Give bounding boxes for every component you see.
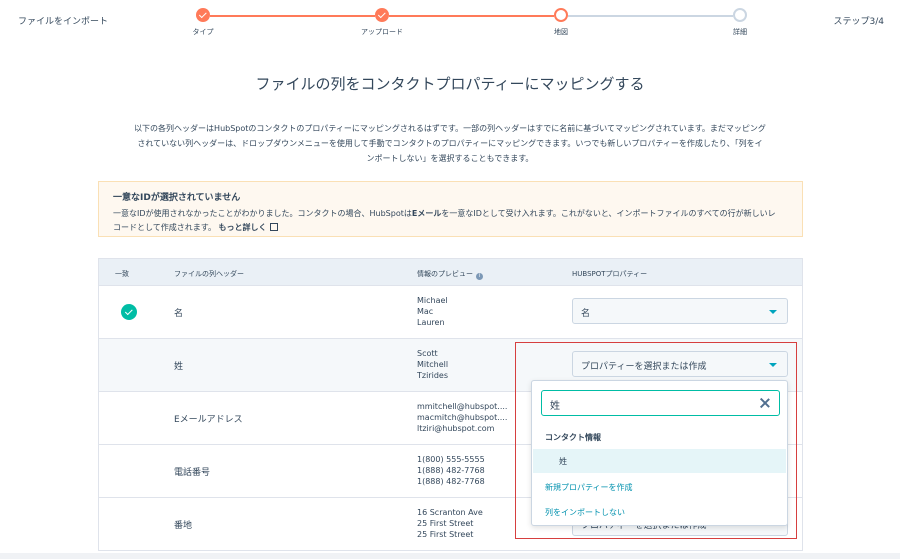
page-bottom-edge <box>0 553 900 559</box>
step-dot-map <box>554 8 568 22</box>
step-label-type: タイプ <box>192 28 214 36</box>
preview-value: ltziri@hubspot.com <box>417 424 495 433</box>
preview-value: macmitch@hubspot.... <box>417 413 508 422</box>
property-select[interactable]: 名 <box>572 298 788 324</box>
preview-value: mmitchell@hubspot.... <box>417 402 508 411</box>
step-label-details: 詳細 <box>733 28 747 36</box>
dropdown-option-label: 姓 <box>559 457 567 466</box>
column-header-name: 電話番号 <box>174 468 211 478</box>
column-header-name: 姓 <box>174 362 184 372</box>
property-dropdown-menu: 姓 コンタクト情報 姓 新規プロパティーを作成 列をインポートしない <box>531 380 788 526</box>
column-header-name: Eメールアドレス <box>174 415 243 425</box>
import-header: ファイルをインポート タイプ アップロード 地図 詳細 ステップ3/4 <box>0 0 900 50</box>
check-icon <box>377 10 386 19</box>
stepper-line-done <box>210 15 375 17</box>
stepper-line-done <box>389 15 554 17</box>
preview-value: 25 First Street <box>417 530 474 539</box>
caret-down-icon <box>769 310 777 314</box>
intro-line: されていない列ヘッダーは、ドロップダウンメニューを使用して手動でコンタクトのプロ… <box>137 139 763 148</box>
preview-value: Tzirides <box>417 371 448 380</box>
alert-title: 一意なIDが選択されていません <box>113 193 241 203</box>
preview-value: Lauren <box>417 318 445 327</box>
preview-values: 16 Scranton Ave 25 First Street 25 First… <box>417 507 483 540</box>
step-dot-details <box>733 8 747 22</box>
preview-value: Scott <box>417 349 438 358</box>
preview-values: Michael Mac Lauren <box>417 295 448 328</box>
header-preview: 情報のプレビュー i <box>417 269 483 280</box>
preview-value: Mac <box>417 307 434 316</box>
property-select-value: 名 <box>581 309 591 319</box>
property-select-value: プロパティーを選択または作成 <box>581 362 707 372</box>
caret-down-icon <box>769 363 777 367</box>
step-label-map: 地図 <box>554 28 568 36</box>
header-match: 一致 <box>115 270 129 278</box>
alert-text: 一意なIDが使用されなかったことがわかりました。コンタクトの場合、HubSpot… <box>113 209 412 218</box>
preview-value: Michael <box>417 296 448 305</box>
property-search-input[interactable]: 姓 <box>541 390 780 416</box>
step-dot-upload[interactable] <box>375 8 389 22</box>
column-header-name: 番地 <box>174 521 193 531</box>
table-row: 名 Michael Mac Lauren 名 <box>98 286 803 339</box>
intro-line: 以下の各列ヘッダーはHubSpotのコンタクトのプロパティーにマッピングされるは… <box>134 124 766 133</box>
header-property: HUBSPOTプロパティー <box>572 270 648 278</box>
option-group-header: コンタクト情報 <box>545 433 601 442</box>
header-preview-label: 情報のプレビュー <box>417 270 473 278</box>
preview-value: 16 Scranton Ave <box>417 508 483 517</box>
matched-check-icon <box>121 304 137 320</box>
dropdown-option[interactable]: 姓 <box>533 449 786 473</box>
stepper-line-todo <box>568 15 733 17</box>
property-select[interactable]: プロパティーを選択または作成 <box>572 351 788 377</box>
step-label-upload: アップロード <box>361 28 403 36</box>
preview-value: 25 First Street <box>417 519 474 528</box>
preview-value: 1(888) 482-7768 <box>417 477 485 486</box>
step-dot-type[interactable] <box>196 8 210 22</box>
alert-bold-text: Eメール <box>411 209 442 218</box>
close-icon[interactable] <box>759 397 771 409</box>
preview-value: 1(800) 555-5555 <box>417 455 485 464</box>
learn-more-link[interactable]: もっと詳しく <box>219 223 278 232</box>
preview-value: 1(888) 482-7768 <box>417 466 485 475</box>
table-header: 一致 ファイルの列ヘッダー 情報のプレビュー i HUBSPOTプロパティー <box>98 258 803 286</box>
do-not-import-link[interactable]: 列をインポートしない <box>545 507 625 518</box>
header-column: ファイルの列ヘッダー <box>174 270 244 278</box>
intro-text: 以下の各列ヘッダーはHubSpotのコンタクトのプロパティーにマッピングされるは… <box>98 121 802 166</box>
preview-values: mmitchell@hubspot.... macmitch@hubspot..… <box>417 401 507 434</box>
search-value: 姓 <box>550 401 560 412</box>
info-icon[interactable]: i <box>476 273 483 280</box>
page-title: ファイルの列をコンタクトプロパティーにマッピングする <box>255 75 645 93</box>
step-counter: ステップ3/4 <box>833 17 885 27</box>
create-property-link[interactable]: 新規プロパティーを作成 <box>545 482 633 493</box>
alert-body: 一意なIDが使用されなかったことがわかりました。コンタクトの場合、HubSpot… <box>113 207 783 235</box>
intro-line: ンポートしない」を選択することもできます。 <box>366 154 534 163</box>
learn-more-label: もっと詳しく <box>218 223 267 232</box>
preview-values: 1(800) 555-5555 1(888) 482-7768 1(888) 4… <box>417 454 485 487</box>
preview-values: Scott Mitchell Tzirides <box>417 348 448 381</box>
check-icon <box>198 10 207 19</box>
column-header-name: 名 <box>174 309 184 319</box>
app-title: ファイルをインポート <box>18 17 109 27</box>
unique-id-alert: 一意なIDが選択されていません 一意なIDが使用されなかったことがわかりました。… <box>98 181 803 237</box>
external-link-icon <box>269 223 278 231</box>
preview-value: Mitchell <box>417 360 449 369</box>
